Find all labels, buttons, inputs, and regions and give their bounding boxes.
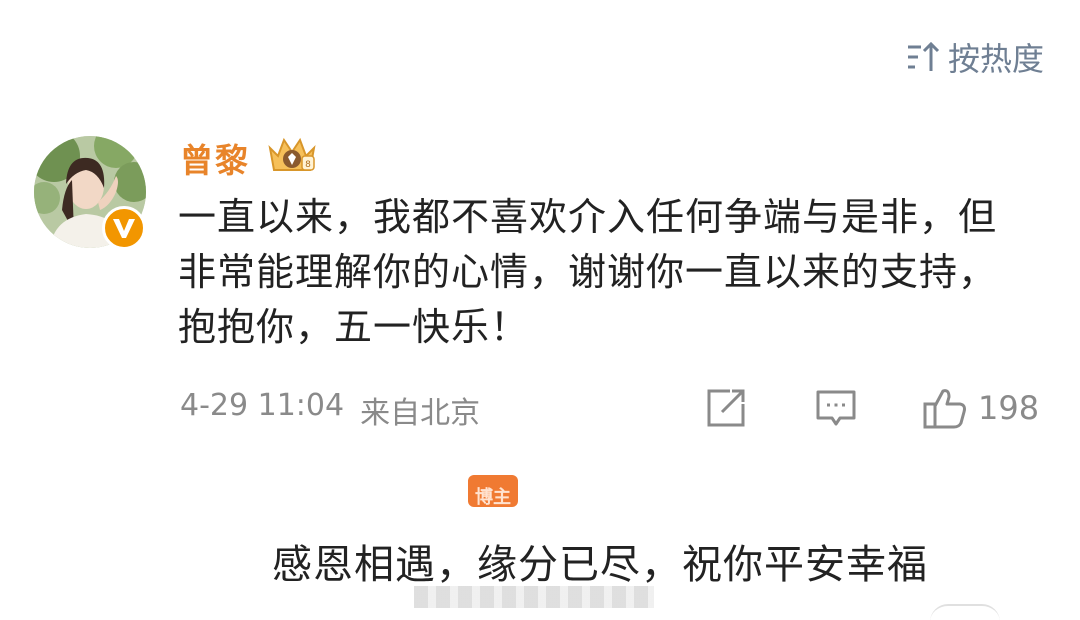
reply-button[interactable] bbox=[814, 385, 858, 431]
comment-icon bbox=[814, 386, 858, 430]
comment-meta: 4-29 11:04 来自北京 bbox=[180, 388, 480, 432]
like-button[interactable]: 198 bbox=[922, 385, 1039, 431]
verified-v-icon bbox=[102, 206, 146, 250]
comment-text: 一直以来，我都不喜欢介入任何争端与是非，但非常能理解你的心情，谢谢你一直以来的支… bbox=[178, 195, 998, 349]
like-icon bbox=[922, 385, 968, 431]
comment-date: 4-29 11:04 bbox=[180, 388, 345, 423]
decorative-curve bbox=[930, 604, 1000, 620]
comment-screen: 按热度 曾黎 8 一直以来，我都不喜欢介入任何争端与是非，但非常能理解你的心情，… bbox=[0, 0, 1080, 620]
quoted-text: 感恩相遇，缘分已尽，祝你平安幸福 bbox=[272, 542, 928, 588]
share-button[interactable] bbox=[704, 385, 748, 431]
sort-by-heat-button[interactable]: 按热度 bbox=[906, 34, 1044, 80]
username[interactable]: 曾黎 bbox=[180, 134, 250, 182]
like-count: 198 bbox=[978, 389, 1040, 427]
share-icon bbox=[704, 386, 748, 430]
vip-crown-icon: 8 bbox=[264, 132, 320, 176]
comment-location: 来自北京 bbox=[360, 396, 481, 431]
sort-label: 按热度 bbox=[947, 40, 1044, 78]
svg-text:8: 8 bbox=[305, 160, 311, 170]
sort-icon bbox=[906, 40, 940, 74]
tag-badge: 博主 bbox=[468, 475, 518, 507]
blurred-watermark bbox=[414, 586, 654, 608]
